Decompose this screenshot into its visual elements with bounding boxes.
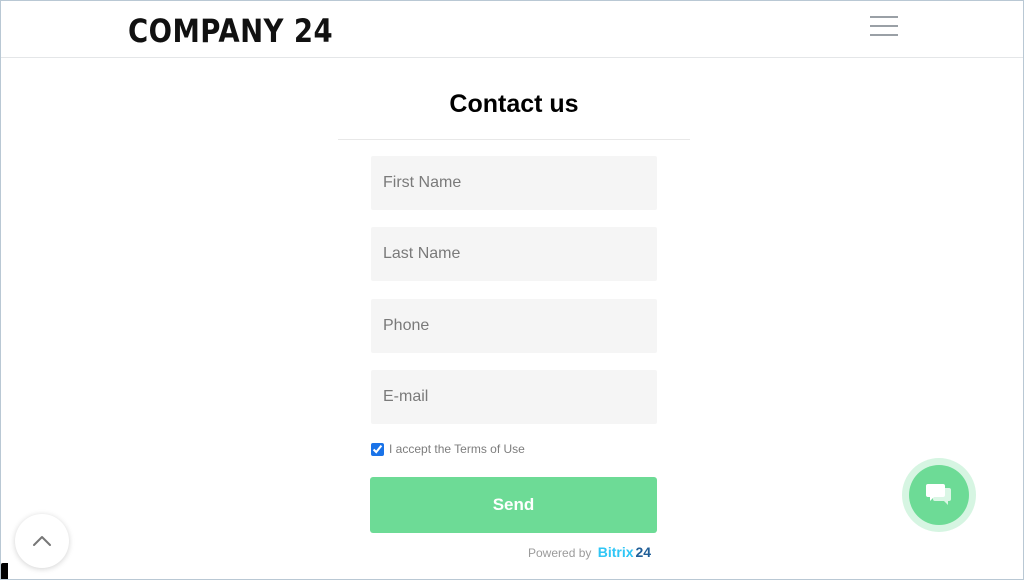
site-header: COMPANY 24 [0, 0, 1024, 58]
chat-bubbles-icon [926, 484, 951, 505]
title-divider [338, 139, 690, 140]
hamburger-icon[interactable] [870, 15, 900, 37]
powered-by-text: Powered by [528, 546, 592, 560]
first-name-field[interactable] [371, 156, 657, 210]
terms-checkbox[interactable] [371, 442, 384, 456]
menu-line [870, 25, 898, 27]
chevron-up-icon [33, 536, 51, 546]
terms-label[interactable]: I accept the Terms of Use [389, 442, 525, 456]
last-name-field[interactable] [371, 227, 657, 281]
bitrix24-logo[interactable]: Bitrix 24 [598, 544, 651, 560]
phone-field[interactable] [371, 299, 657, 353]
company-logo[interactable]: COMPANY 24 [128, 13, 333, 49]
brand-number: 24 [635, 544, 652, 560]
chat-button-core [909, 465, 969, 525]
form-title: Contact us [449, 90, 579, 118]
scroll-top-button[interactable] [15, 514, 69, 568]
terms-row: I accept the Terms of Use [371, 441, 525, 457]
chat-widget-button[interactable] [902, 458, 976, 532]
menu-line [870, 16, 898, 18]
powered-by[interactable]: Powered by Bitrix 24 [528, 544, 651, 560]
email-field[interactable] [371, 370, 657, 424]
page-corner-artifact [1, 563, 8, 579]
menu-line [870, 34, 898, 36]
send-button[interactable]: Send [370, 477, 657, 533]
brand-name: Bitrix [597, 544, 634, 560]
